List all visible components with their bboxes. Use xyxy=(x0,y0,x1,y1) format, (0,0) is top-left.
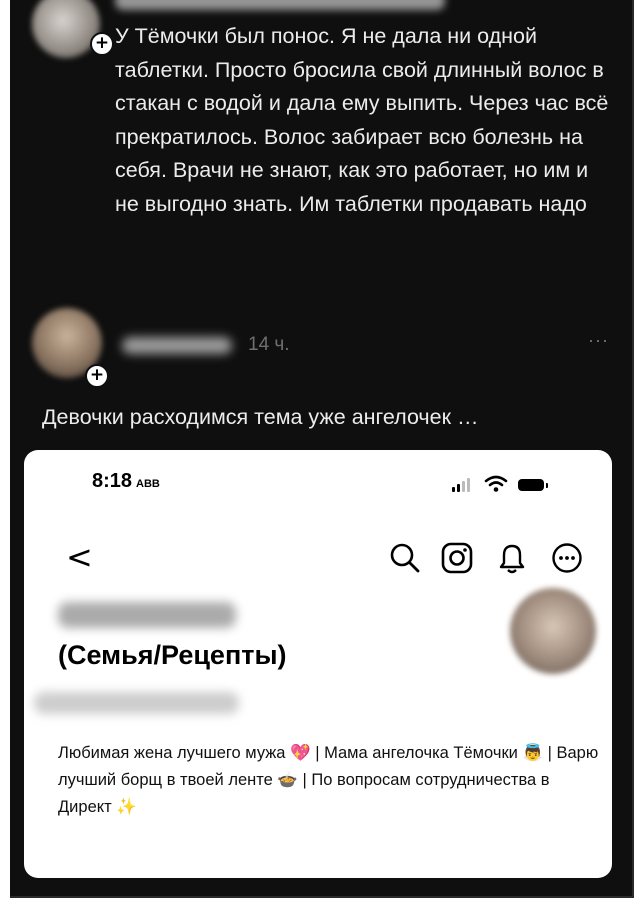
status-badge: ABB xyxy=(136,478,160,490)
soup-icon: 🍲 xyxy=(277,771,298,789)
reply-username-blurred[interactable] xyxy=(122,337,232,354)
bell-icon[interactable] xyxy=(496,541,528,575)
heart-icon: 💖 xyxy=(290,744,311,762)
instagram-icon[interactable] xyxy=(440,541,474,575)
back-icon[interactable]: < xyxy=(66,538,93,576)
profile-handle-blurred xyxy=(34,692,239,714)
signal-icon xyxy=(452,478,476,492)
status-time-label: 8:18 xyxy=(92,470,133,492)
reply-timestamp: 14 ч. xyxy=(248,334,290,355)
more-options-icon[interactable]: ··· xyxy=(588,330,609,351)
bio-part-2: | Мама ангелочка Тёмочки xyxy=(310,744,523,762)
reply-text: Девочки расходимся тема уже ангелочек … xyxy=(42,405,479,429)
more-circle-icon[interactable] xyxy=(550,541,584,575)
bio-part-1: Любимая жена лучшего мужа xyxy=(58,744,286,762)
profile-title: (Семья/Рецепты) xyxy=(58,640,287,670)
profile-bio: Любимая жена лучшего мужа 💖 | Мама ангел… xyxy=(58,740,603,821)
post-username-blurred[interactable] xyxy=(115,0,445,10)
post-text: У Тёмочки был понос. Я не дала ни одной … xyxy=(115,24,609,216)
post-author-avatar[interactable] xyxy=(32,0,100,58)
profile-avatar[interactable] xyxy=(510,588,596,674)
follow-plus-icon[interactable]: + xyxy=(85,364,109,388)
wifi-icon xyxy=(484,475,508,492)
angel-baby-icon: 👼 xyxy=(522,744,544,762)
follow-plus-icon[interactable]: + xyxy=(90,32,114,56)
status-time: 8:18 ABB xyxy=(92,470,160,493)
battery-icon xyxy=(518,479,548,491)
search-icon[interactable] xyxy=(388,541,422,575)
sparkles-icon: ✨ xyxy=(116,798,137,816)
profile-name-blurred xyxy=(58,602,236,628)
